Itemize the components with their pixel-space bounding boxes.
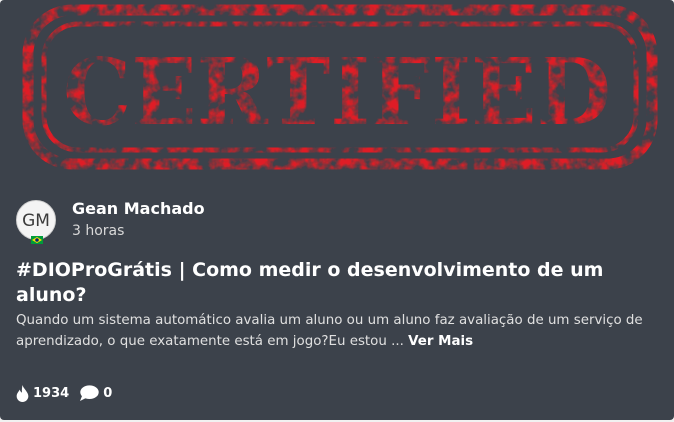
- comment-icon: [80, 384, 99, 401]
- comment-button[interactable]: 0: [79, 384, 113, 402]
- post-title[interactable]: #DIOProGrátis | Como medir o desenvolvim…: [16, 258, 656, 308]
- flame-icon: [16, 384, 29, 402]
- certified-banner: CERTIFIED: [0, 0, 674, 188]
- comment-count: 0: [103, 385, 113, 401]
- excerpt-text: Quando um sistema automático avalia um a…: [16, 313, 643, 349]
- avatar[interactable]: GM: [16, 200, 56, 244]
- post-excerpt: Quando um sistema automático avalia um a…: [16, 310, 656, 352]
- brazil-flag-icon: [31, 236, 43, 244]
- author-block: GM Gean Machado 3 horas: [16, 196, 205, 244]
- article-card[interactable]: CERTIFIED GM Gean Machado 3 horas #DIOPr…: [0, 0, 674, 420]
- post-time: 3 horas: [72, 223, 125, 239]
- like-count: 1934: [33, 385, 70, 401]
- certified-stamp: CERTIFIED: [22, 4, 658, 170]
- author-name[interactable]: Gean Machado: [72, 199, 205, 219]
- stamp-text: CERTIFIED: [63, 38, 611, 146]
- avatar-initials: GM: [22, 211, 50, 231]
- like-button[interactable]: 1934: [16, 384, 70, 402]
- post-stats: 1934 0: [16, 383, 112, 403]
- read-more-link[interactable]: Ver Mais: [408, 334, 473, 349]
